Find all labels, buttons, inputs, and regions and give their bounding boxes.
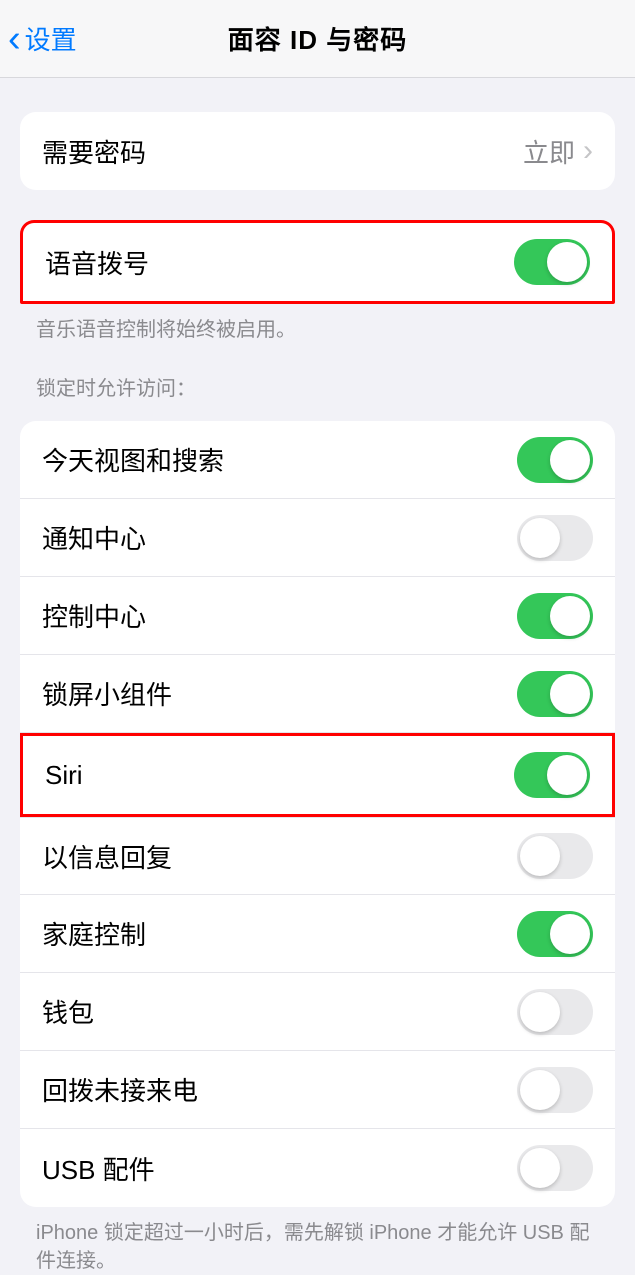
locked-access-header: 锁定时允许访问： (0, 344, 635, 411)
return-missed-calls-cell: 回拨未接来电 (20, 1051, 615, 1129)
today-view-cell: 今天视图和搜索 (20, 421, 615, 499)
back-label: 设置 (25, 20, 77, 57)
usb-footer: iPhone 锁定超过一小时后，需先解锁 iPhone 才能允许 USB 配件连… (0, 1207, 635, 1275)
require-passcode-value: 立即 (523, 133, 575, 170)
wallet-cell: 钱包 (20, 973, 615, 1051)
require-passcode-cell[interactable]: 需要密码 立即 › (20, 112, 615, 190)
today-view-label: 今天视图和搜索 (42, 441, 517, 478)
wallet-toggle[interactable] (517, 989, 593, 1035)
siri-cell: Siri (23, 736, 612, 814)
notification-center-toggle[interactable] (517, 515, 593, 561)
control-center-label: 控制中心 (42, 597, 517, 634)
highlight-voice-dial: 语音拨号 (20, 220, 615, 304)
home-control-cell: 家庭控制 (20, 895, 615, 973)
return-missed-calls-label: 回拨未接来电 (42, 1071, 517, 1108)
today-view-toggle[interactable] (517, 437, 593, 483)
control-center-cell: 控制中心 (20, 577, 615, 655)
passcode-group: 需要密码 立即 › (20, 112, 615, 190)
home-control-label: 家庭控制 (42, 915, 517, 952)
reply-message-toggle[interactable] (517, 833, 593, 879)
usb-accessories-cell: USB 配件 (20, 1129, 615, 1207)
home-control-toggle[interactable] (517, 911, 593, 957)
return-missed-calls-toggle[interactable] (517, 1067, 593, 1113)
usb-accessories-toggle[interactable] (517, 1145, 593, 1191)
navigation-bar: ‹ 设置 面容 ID 与密码 (0, 0, 635, 78)
voice-dial-label: 语音拨号 (45, 244, 514, 281)
page-title: 面容 ID 与密码 (228, 20, 407, 57)
siri-toggle[interactable] (514, 752, 590, 798)
lock-screen-widgets-toggle[interactable] (517, 671, 593, 717)
notification-center-cell: 通知中心 (20, 499, 615, 577)
notification-center-label: 通知中心 (42, 519, 517, 556)
wallet-label: 钱包 (42, 993, 517, 1030)
reply-message-cell: 以信息回复 (20, 817, 615, 895)
voice-dial-footer: 音乐语音控制将始终被启用。 (0, 304, 635, 344)
locked-access-group-lower: 以信息回复 家庭控制 钱包 回拨未接来电 USB 配件 (20, 817, 615, 1207)
siri-label: Siri (45, 760, 514, 791)
lock-screen-widgets-label: 锁屏小组件 (42, 675, 517, 712)
chevron-right-icon: › (583, 136, 593, 166)
back-button[interactable]: ‹ 设置 (8, 20, 77, 58)
require-passcode-label: 需要密码 (42, 133, 523, 170)
voice-dial-cell: 语音拨号 (23, 223, 612, 301)
chevron-left-icon: ‹ (8, 20, 21, 58)
voice-dial-toggle[interactable] (514, 239, 590, 285)
control-center-toggle[interactable] (517, 593, 593, 639)
lock-screen-widgets-cell: 锁屏小组件 (20, 655, 615, 733)
usb-accessories-label: USB 配件 (42, 1150, 517, 1187)
reply-message-label: 以信息回复 (42, 838, 517, 875)
locked-access-group-upper: 今天视图和搜索 通知中心 控制中心 锁屏小组件 (20, 421, 615, 733)
highlight-siri: Siri (20, 733, 615, 817)
